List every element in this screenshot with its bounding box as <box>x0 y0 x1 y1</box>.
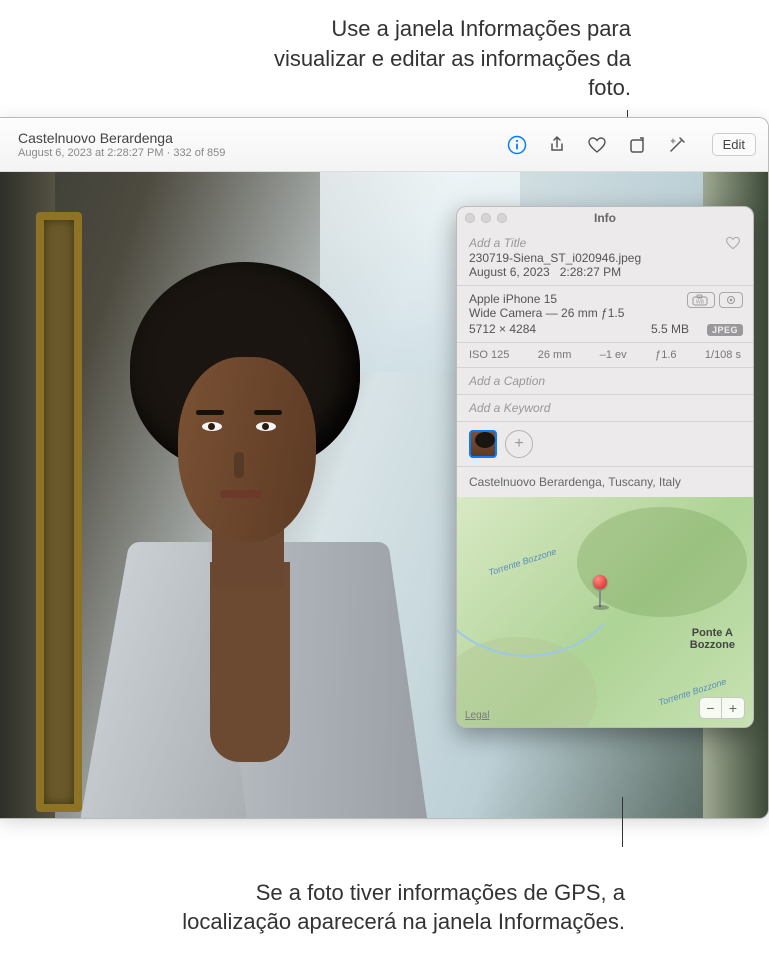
map-pin-icon[interactable] <box>593 575 607 607</box>
favorite-toggle-icon[interactable] <box>725 235 741 251</box>
map-zoom-controls: − + <box>699 697 745 719</box>
favorite-icon[interactable] <box>586 134 608 156</box>
window-close-icon[interactable] <box>465 213 475 223</box>
title-info: Castelnuovo Berardenga August 6, 2023 at… <box>18 130 506 159</box>
raw-badge-icon: WB <box>687 292 715 308</box>
photo-title: Castelnuovo Berardenga <box>18 130 506 146</box>
auto-enhance-icon[interactable] <box>666 134 688 156</box>
caption-section[interactable]: Add a Caption <box>457 367 753 394</box>
info-panel-titlebar: Info <box>457 207 753 229</box>
date-label: August 6, 2023 <box>469 265 550 279</box>
callout-info-panel: Use a janela Informações para visualizar… <box>271 14 631 103</box>
location-map[interactable]: Torrente Bozzone Torrente Bozzone Ponte … <box>457 497 753 727</box>
photos-window: Castelnuovo Berardenga August 6, 2023 at… <box>0 117 769 819</box>
title-input[interactable]: Add a Title <box>469 236 526 250</box>
camera-section: WB Apple iPhone 15 Wide Camera — 26 mm ƒ… <box>457 285 753 342</box>
info-title-section: Add a Title 230719-Siena_ST_i020946.jpeg… <box>457 229 753 285</box>
window-zoom-icon[interactable] <box>497 213 507 223</box>
format-badge: JPEG <box>707 324 743 336</box>
callout-gps: Se a foto tiver informações de GPS, a lo… <box>165 878 625 937</box>
camera-dimensions: 5712 × 4284 <box>469 322 536 336</box>
window-minimize-icon[interactable] <box>481 213 491 223</box>
svg-text:WB: WB <box>696 300 705 306</box>
photo-subject-person <box>60 262 440 818</box>
exif-shutter: 1/108 s <box>705 349 741 361</box>
info-icon[interactable] <box>506 134 528 156</box>
titlebar: Castelnuovo Berardenga August 6, 2023 at… <box>0 118 768 172</box>
live-badge-icon <box>719 292 743 308</box>
zoom-out-button[interactable]: − <box>700 698 722 718</box>
info-panel-title: Info <box>594 211 616 225</box>
keyword-section[interactable]: Add a Keyword <box>457 394 753 421</box>
map-legal-link[interactable]: Legal <box>465 710 489 721</box>
callout-line <box>622 797 623 847</box>
town-label: Ponte ABozzone <box>690 627 735 651</box>
info-panel: Info Add a Title 230719-Siena_ST_i020946… <box>456 206 754 728</box>
toolbar: Edit <box>506 133 756 156</box>
share-icon[interactable] <box>546 134 568 156</box>
edit-button[interactable]: Edit <box>712 133 756 156</box>
exif-focal: 26 mm <box>538 349 572 361</box>
keyword-input[interactable]: Add a Keyword <box>469 401 550 415</box>
caption-input[interactable]: Add a Caption <box>469 374 545 388</box>
camera-lens: Wide Camera — 26 mm ƒ1.5 <box>469 306 741 320</box>
photo-subtitle: August 6, 2023 at 2:28:27 PM · 332 of 85… <box>18 147 506 159</box>
time-label: 2:28:27 PM <box>560 265 621 279</box>
exif-iso: ISO 125 <box>469 349 509 361</box>
zoom-in-button[interactable]: + <box>722 698 744 718</box>
camera-filesize: 5.5 MB <box>651 322 689 336</box>
rotate-icon[interactable] <box>626 134 648 156</box>
exif-aperture: ƒ1.6 <box>655 349 676 361</box>
exif-ev: –1 ev <box>600 349 627 361</box>
filename-label: 230719-Siena_ST_i020946.jpeg <box>469 251 741 265</box>
exif-row: ISO 125 26 mm –1 ev ƒ1.6 1/108 s <box>457 342 753 367</box>
